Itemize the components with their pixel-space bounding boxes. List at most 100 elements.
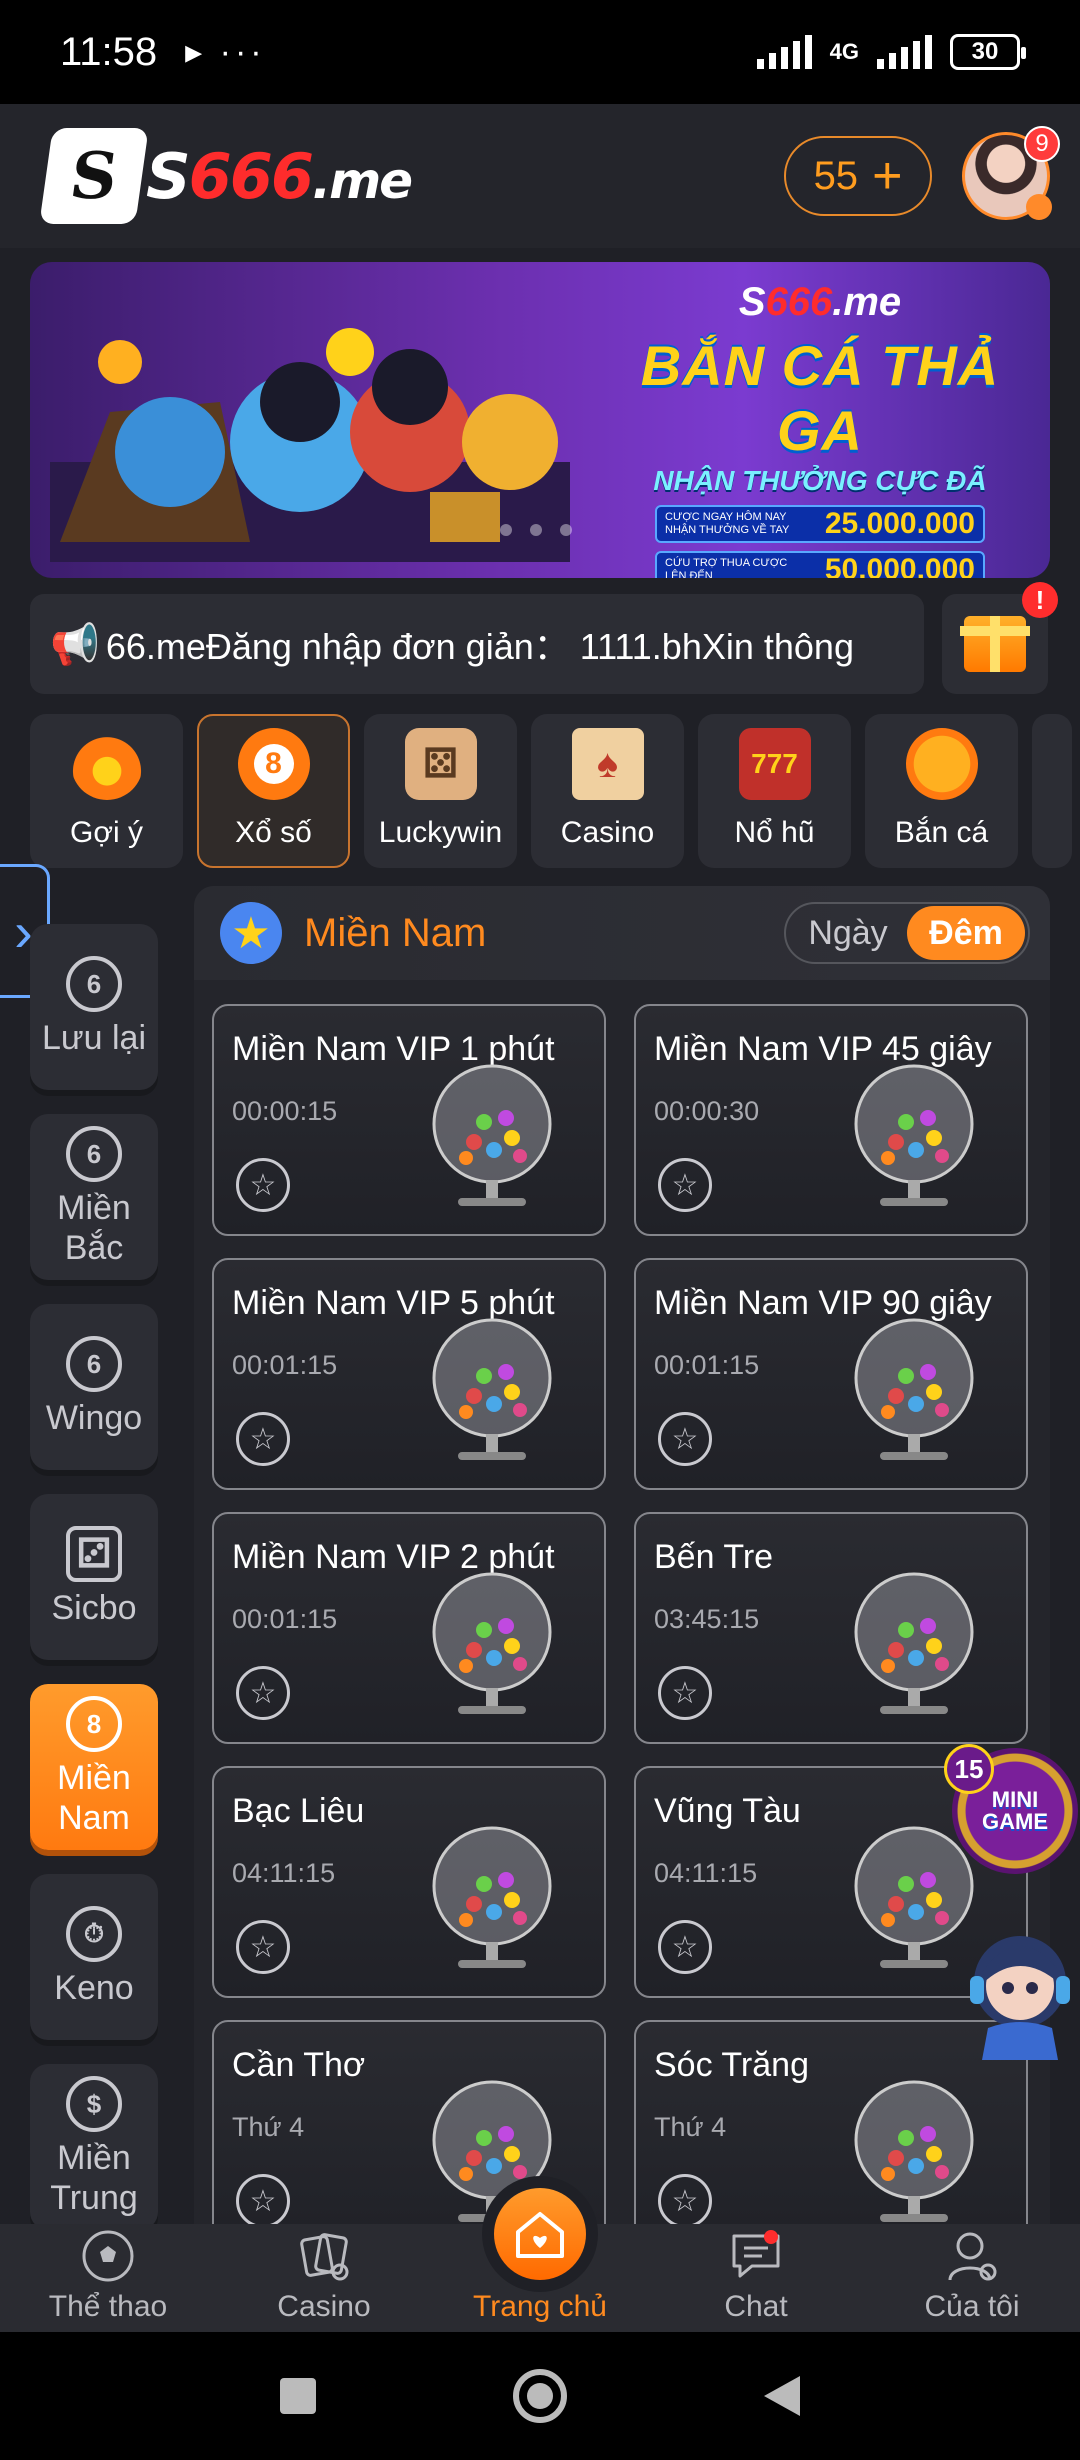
sidebar-item-luu-lai[interactable]: 6 Lưu lại <box>30 924 158 1090</box>
game-countdown: 00:00:15 <box>232 1096 338 1126</box>
coin-balance-button[interactable]: 55 + <box>784 136 932 216</box>
sidebar-item-keno[interactable]: ⏱ Keno <box>30 1874 158 2040</box>
toggle-night[interactable]: Đêm <box>907 906 1025 960</box>
logo-s: S <box>146 139 191 213</box>
back-triangle-icon[interactable] <box>760 2372 804 2420</box>
timer-icon: ⏱ <box>66 1906 122 1962</box>
lottery-ball-icon: 6 <box>66 1336 122 1392</box>
banner-offer-1-amount: 25.000.000 <box>824 507 975 540</box>
category-goi-y[interactable]: Gợi ý <box>30 714 183 868</box>
avatar-button[interactable]: 9 <box>962 126 1060 220</box>
lottery-panel: ★ Miền Nam Ngày Đêm Miền Nam VIP 1 phút … <box>194 886 1050 2226</box>
mini-game-line2: GAME <box>982 1809 1048 1834</box>
lottery-globe-icon <box>854 2080 974 2222</box>
favorite-star-icon[interactable]: ☆ <box>236 1920 290 1974</box>
banner-subtitle: NHẬN THƯỞNG CỰC ĐÃ <box>653 465 987 496</box>
category-ban-ca[interactable]: Bắn cá <box>865 714 1018 868</box>
banner-copy: S666.me BẮN CÁ THẢ GA NHẬN THƯỞNG CỰC ĐÃ… <box>610 280 1030 578</box>
sidebar-item-label: Keno <box>54 1969 134 2007</box>
game-card[interactable]: Miền Nam VIP 90 giây 00:01:15 ☆ <box>634 1258 1028 1490</box>
support-assistant-avatar[interactable] <box>958 1924 1078 2060</box>
nav-trang-chu[interactable]: Trang chủ <box>432 2176 648 2332</box>
signal-icon <box>756 35 812 69</box>
nav-casino[interactable]: Casino <box>216 2224 432 2332</box>
favorite-star-icon[interactable]: ☆ <box>658 1920 712 1974</box>
recents-icon[interactable] <box>276 2374 320 2418</box>
day-night-toggle[interactable]: Ngày Đêm <box>784 902 1030 964</box>
banner-title: BẮN CÁ THẢ GA <box>640 334 1000 462</box>
game-card[interactable]: Miền Nam VIP 45 giây 00:00:30 ☆ <box>634 1004 1028 1236</box>
status-bar: 11:58 ▸ ··· 4G 30 <box>0 0 1080 104</box>
category-label: Gợi ý <box>69 816 143 849</box>
lottery-ball-icon: 8 <box>66 1696 122 1752</box>
promo-banner[interactable]: S666.me BẮN CÁ THẢ GA NHẬN THƯỞNG CỰC ĐÃ… <box>30 262 1050 578</box>
category-no-hu[interactable]: 777 Nổ hũ <box>698 714 851 868</box>
lottery-ball-icon: 6 <box>66 956 122 1012</box>
flame-icon <box>70 728 143 800</box>
gift-icon <box>960 616 1030 672</box>
banner-dot[interactable] <box>500 524 512 536</box>
mini-game-button[interactable]: 15 MINI GAME <box>944 1744 1078 1874</box>
favorite-star-icon[interactable]: ☆ <box>236 1158 290 1212</box>
mini-game-count-badge: 15 <box>944 1744 994 1794</box>
nav-label: Của tôi <box>924 2290 1020 2323</box>
category-xo-so[interactable]: 8 Xổ số <box>197 714 350 868</box>
nav-cua-toi[interactable]: Của tôi <box>864 2224 1080 2332</box>
lottery-globe-icon <box>854 1572 974 1714</box>
sidebar-item-mien-trung[interactable]: $ Miền Trung <box>30 2064 158 2230</box>
game-title: Bạc Liêu <box>232 1792 365 1830</box>
logo-mark: S <box>39 128 149 224</box>
home-circle-icon[interactable] <box>510 2366 570 2426</box>
favorite-star-icon[interactable]: ☆ <box>236 1666 290 1720</box>
gift-button[interactable]: ! <box>942 582 1058 694</box>
category-label: Luckywin <box>378 816 503 849</box>
favorite-star-icon[interactable]: ☆ <box>236 2174 290 2226</box>
category-casino[interactable]: ♠ Casino <box>531 714 684 868</box>
game-card[interactable]: Miền Nam VIP 5 phút 00:01:15 ☆ <box>212 1258 606 1490</box>
game-card[interactable]: Bến Tre 03:45:15 ☆ <box>634 1512 1028 1744</box>
category-more[interactable] <box>1032 714 1072 868</box>
network-label: 4G <box>829 39 859 64</box>
home-button[interactable] <box>482 2176 598 2292</box>
lottery-region-sidebar: 6 Lưu lại 6 Miền Bắc 6 Wingo ⚂ Sicbo 8 M… <box>30 924 162 2254</box>
banner-brand-s: S <box>738 280 766 324</box>
lottery-ball-icon: 6 <box>66 1126 122 1182</box>
game-countdown: 04:11:15 <box>654 1858 758 1888</box>
avatar-notification-badge: 9 <box>1024 126 1060 162</box>
favorite-star-icon[interactable]: ☆ <box>658 1412 712 1466</box>
game-card[interactable]: Miền Nam VIP 1 phút 00:00:15 ☆ <box>212 1004 606 1236</box>
coin-icon: $ <box>66 2076 122 2132</box>
sidebar-item-mien-bac[interactable]: 6 Miền Bắc <box>30 1114 158 1280</box>
sidebar-item-mien-nam[interactable]: 8 Miền Nam <box>30 1684 158 1850</box>
category-luckywin[interactable]: ⚄ Luckywin <box>364 714 517 868</box>
category-label: Casino <box>560 816 655 849</box>
lottery-globe-icon <box>432 1572 552 1714</box>
banner-dot[interactable] <box>530 524 542 536</box>
banner-brand: S666.me <box>610 280 1030 325</box>
dice-icon: ⚂ <box>66 1526 122 1582</box>
favorite-star-icon[interactable]: ☆ <box>236 1412 290 1466</box>
logo[interactable]: S S666.me <box>39 128 413 224</box>
nav-chat[interactable]: Chat <box>648 2224 864 2332</box>
sidebar-item-sicbo[interactable]: ⚂ Sicbo <box>30 1494 158 1660</box>
sidebar-item-wingo[interactable]: 6 Wingo <box>30 1304 158 1470</box>
game-countdown: 00:01:15 <box>232 1604 338 1634</box>
nav-the-thao[interactable]: Thể thao <box>0 2224 216 2332</box>
announcement-text: 66.meĐăng nhập đơn giản： 1111.bhXin thôn… <box>105 626 854 667</box>
home-icon <box>494 2188 586 2280</box>
favorite-star-icon[interactable]: ☆ <box>658 1666 712 1720</box>
android-navigation-bar <box>0 2332 1080 2460</box>
logo-suffix: .me <box>312 151 413 210</box>
game-card[interactable]: Bạc Liêu 04:11:15 ☆ <box>212 1766 606 1998</box>
game-countdown: 04:11:15 <box>232 1858 336 1888</box>
lottery-ball-icon: 8 <box>237 728 310 800</box>
favorite-star-icon[interactable]: ☆ <box>658 2174 712 2226</box>
announcement-marquee[interactable]: 📢 66.meĐăng nhập đơn giản： 1111.bhXin th… <box>30 594 924 694</box>
banner-dot[interactable] <box>560 524 572 536</box>
game-countdown: Thứ 4 <box>654 2112 727 2142</box>
game-card[interactable]: Miền Nam VIP 2 phút 00:01:15 ☆ <box>212 1512 606 1744</box>
toggle-day[interactable]: Ngày <box>789 906 907 960</box>
favorite-star-icon[interactable]: ☆ <box>658 1158 712 1212</box>
mini-game-line1: MINI <box>991 1787 1039 1812</box>
banner-brand-digits: 666 <box>765 280 833 324</box>
